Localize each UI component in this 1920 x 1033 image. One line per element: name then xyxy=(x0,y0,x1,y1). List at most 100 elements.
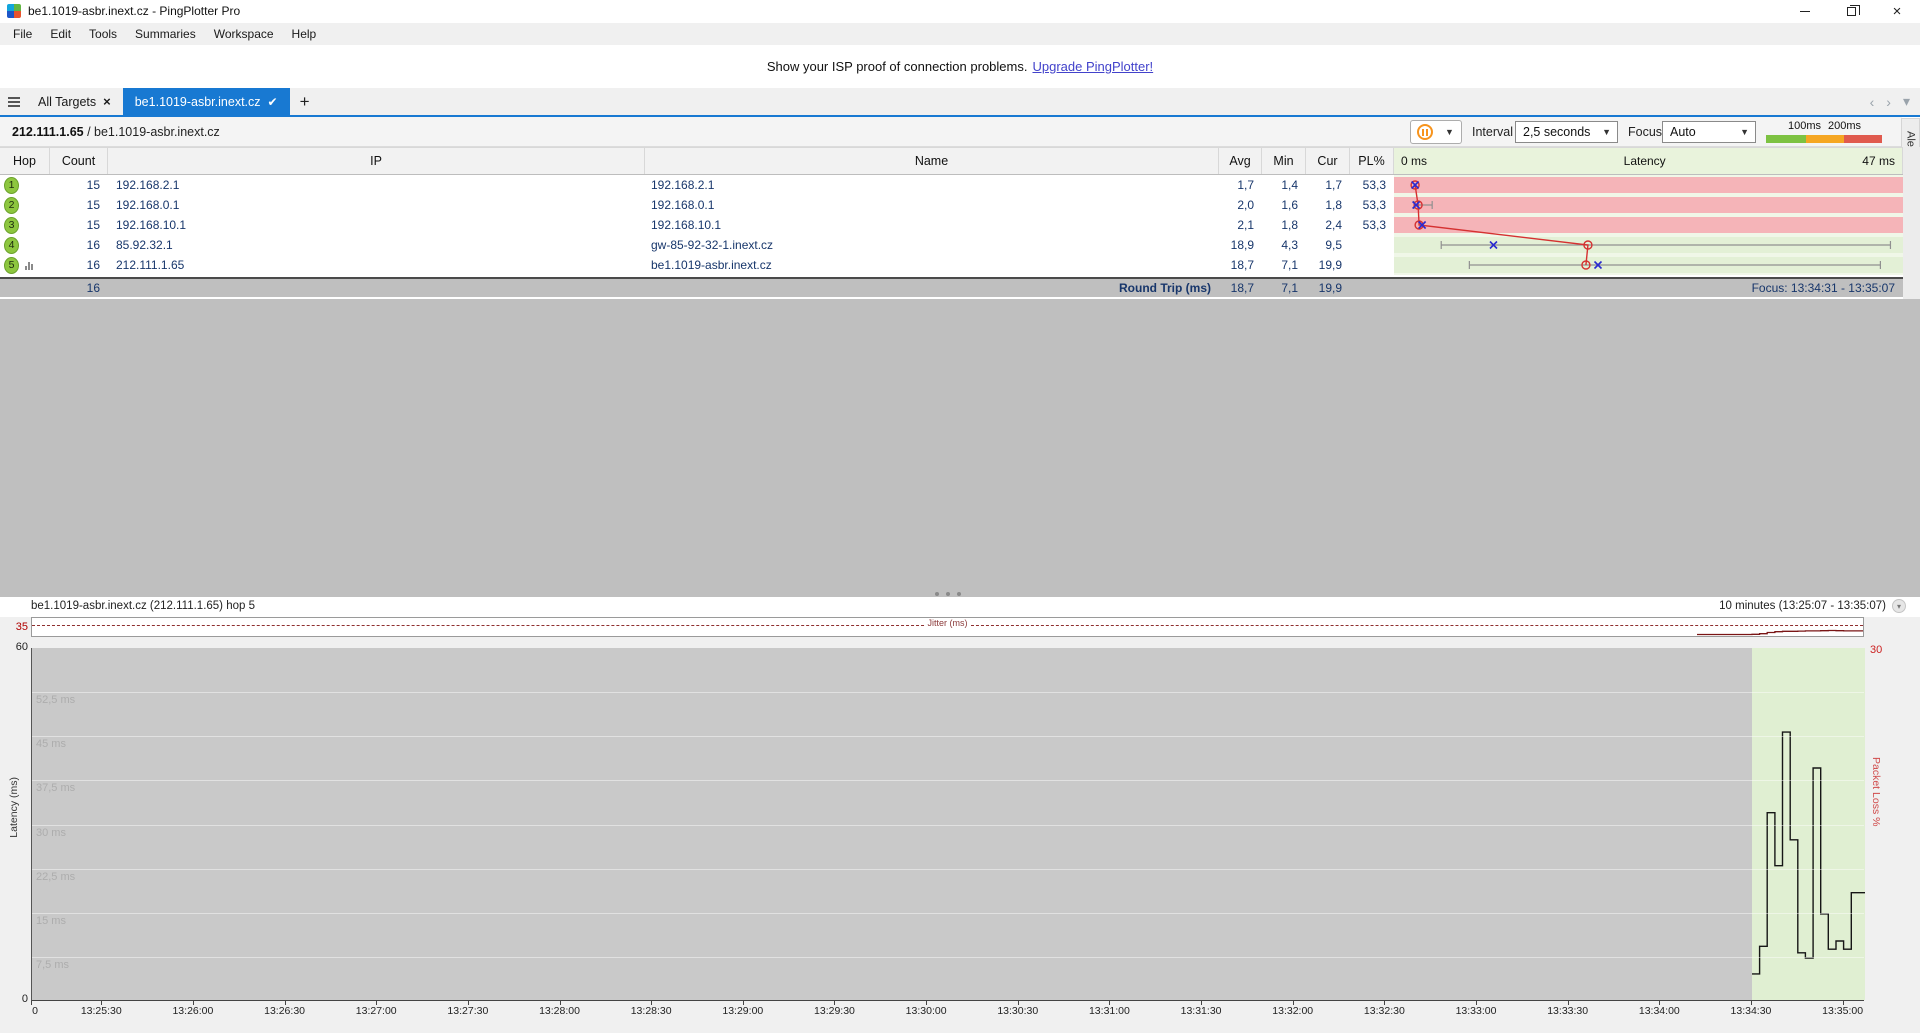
x-tick-label: 13:28:00 xyxy=(539,1005,580,1017)
tab-target[interactable]: be1.1019-asbr.inext.cz ✔ xyxy=(123,88,290,115)
gridline-label: 30 ms xyxy=(36,827,66,839)
x-tick-label: 13:29:00 xyxy=(722,1005,763,1017)
menu-file[interactable]: File xyxy=(4,24,41,44)
cell-name: 192.168.10.1 xyxy=(645,215,1219,235)
trace-table-body: 115192.168.2.1192.168.2.11,71,41,753,321… xyxy=(0,175,1903,275)
round-trip-label: Round Trip (ms) xyxy=(645,279,1219,297)
col-name[interactable]: Name xyxy=(645,148,1219,174)
legend-100ms: 100ms xyxy=(1788,120,1821,132)
col-min[interactable]: Min xyxy=(1262,148,1306,174)
close-button[interactable]: × xyxy=(1874,0,1920,23)
round-trip-avg: 18,7 xyxy=(1219,279,1262,297)
upgrade-link[interactable]: Upgrade PingPlotter! xyxy=(1032,59,1153,74)
pause-button[interactable] xyxy=(1410,120,1439,144)
cell-ip: 192.168.0.1 xyxy=(108,195,645,215)
cell-pl: 53,3 xyxy=(1350,215,1394,235)
cell-name: 192.168.2.1 xyxy=(645,175,1219,195)
hamburger-icon[interactable] xyxy=(0,88,26,115)
round-trip-row: 16 Round Trip (ms) 18,7 7,1 19,9 Focus: … xyxy=(0,277,1903,297)
interval-select[interactable]: 2,5 seconds ▼ xyxy=(1515,121,1618,143)
gridline xyxy=(32,957,1864,958)
gridline xyxy=(32,780,1864,781)
x-tick-label: 13:31:30 xyxy=(1181,1005,1222,1017)
check-icon: ✔ xyxy=(268,95,278,109)
gridline xyxy=(32,692,1864,693)
hop-number-badge: 5 xyxy=(4,257,19,274)
col-avg[interactable]: Avg xyxy=(1219,148,1262,174)
cell-avg: 2,0 xyxy=(1219,195,1262,215)
x-tick-label: 13:29:30 xyxy=(814,1005,855,1017)
cell-avg: 2,1 xyxy=(1219,215,1262,235)
add-tab-button[interactable]: + xyxy=(290,88,320,115)
target-toolbar: 212.111.1.65 / be1.1019-asbr.inext.cz ▼ … xyxy=(0,117,1902,147)
window-title: be1.1019-asbr.inext.cz - PingPlotter Pro xyxy=(28,4,240,18)
x-tick-label: 13:32:00 xyxy=(1272,1005,1313,1017)
right-edge-strip xyxy=(1903,147,1920,299)
gridline-label: 52,5 ms xyxy=(36,694,75,706)
x-tick-label: 13:28:30 xyxy=(631,1005,672,1017)
round-trip-cur: 19,9 xyxy=(1306,279,1350,297)
cell-ip: 192.168.10.1 xyxy=(108,215,645,235)
col-count[interactable]: Count xyxy=(50,148,108,174)
focus-select[interactable]: Auto ▼ xyxy=(1662,121,1756,143)
time-graph-panel: be1.1019-asbr.inext.cz (212.111.1.65) ho… xyxy=(0,597,1920,1033)
pause-dropdown-button[interactable]: ▼ xyxy=(1438,120,1462,144)
col-ip[interactable]: IP xyxy=(108,148,645,174)
gridline xyxy=(32,736,1864,737)
tab-all-targets[interactable]: All Targets × xyxy=(26,88,123,115)
tab-list-icon[interactable]: ▾ xyxy=(1903,93,1910,110)
latency-col-title: Latency xyxy=(1624,154,1666,168)
menu-help[interactable]: Help xyxy=(283,24,326,44)
app-icon xyxy=(7,4,21,18)
hop-number-badge: 4 xyxy=(4,237,19,254)
col-pl[interactable]: PL% xyxy=(1350,148,1394,174)
packet-loss-axis-max: 30 xyxy=(1870,644,1882,656)
col-cur[interactable]: Cur xyxy=(1306,148,1350,174)
range-collapse-icon[interactable]: ▾ xyxy=(1892,599,1906,613)
close-tab-icon[interactable]: × xyxy=(103,94,111,109)
pause-icon xyxy=(1417,124,1433,140)
x-tick-label: 13:32:30 xyxy=(1364,1005,1405,1017)
cell-name: be1.1019-asbr.inext.cz xyxy=(645,255,1219,275)
x-tick-label: 13:34:30 xyxy=(1731,1005,1772,1017)
gridline xyxy=(32,825,1864,826)
cell-count: 15 xyxy=(50,195,108,215)
splitter-handle[interactable] xyxy=(935,592,961,596)
col-latency[interactable]: 0 ms Latency 47 ms xyxy=(1394,148,1903,174)
x-tick-label: 13:30:00 xyxy=(906,1005,947,1017)
gridline xyxy=(32,913,1864,914)
menu-workspace[interactable]: Workspace xyxy=(205,24,283,44)
cell-min: 1,6 xyxy=(1262,195,1306,215)
cell-cur: 1,7 xyxy=(1306,175,1350,195)
cell-cur: 19,9 xyxy=(1306,255,1350,275)
menu-edit[interactable]: Edit xyxy=(41,24,80,44)
menu-summaries[interactable]: Summaries xyxy=(126,24,205,44)
x-tick-label: 0 xyxy=(32,1005,38,1017)
hop-number-badge: 1 xyxy=(4,177,19,194)
cell-ip: 212.111.1.65 xyxy=(108,255,645,275)
col-hop[interactable]: Hop xyxy=(0,148,50,174)
x-tick-label: 13:30:30 xyxy=(997,1005,1038,1017)
jitter-curve xyxy=(32,618,1863,636)
x-tick-label: 13:31:00 xyxy=(1089,1005,1130,1017)
x-tick-label: 13:34:00 xyxy=(1639,1005,1680,1017)
interval-label: Interval xyxy=(1472,125,1513,139)
tab-scroll-left-icon[interactable]: ‹ xyxy=(1870,94,1875,110)
x-tick-label: 13:33:30 xyxy=(1547,1005,1588,1017)
cell-count: 16 xyxy=(50,255,108,275)
hop-latency-plot xyxy=(1394,175,1903,275)
cell-ip: 192.168.2.1 xyxy=(108,175,645,195)
hop-number-badge: 2 xyxy=(4,197,19,214)
cell-min: 4,3 xyxy=(1262,235,1306,255)
minimize-button[interactable] xyxy=(1782,0,1828,23)
restore-button[interactable] xyxy=(1828,0,1874,23)
gridline-label: 45 ms xyxy=(36,738,66,750)
cell-count: 16 xyxy=(50,235,108,255)
menu-tools[interactable]: Tools xyxy=(80,24,126,44)
y-axis-min: 0 xyxy=(4,993,28,1005)
cell-cur: 9,5 xyxy=(1306,235,1350,255)
title-bar: be1.1019-asbr.inext.cz - PingPlotter Pro… xyxy=(0,0,1920,23)
target-title: 212.111.1.65 / be1.1019-asbr.inext.cz xyxy=(12,125,220,139)
latency-time-plot[interactable]: 52,5 ms45 ms37,5 ms30 ms22,5 ms15 ms7,5 … xyxy=(31,648,1864,1001)
tab-scroll-right-icon[interactable]: › xyxy=(1886,94,1891,110)
